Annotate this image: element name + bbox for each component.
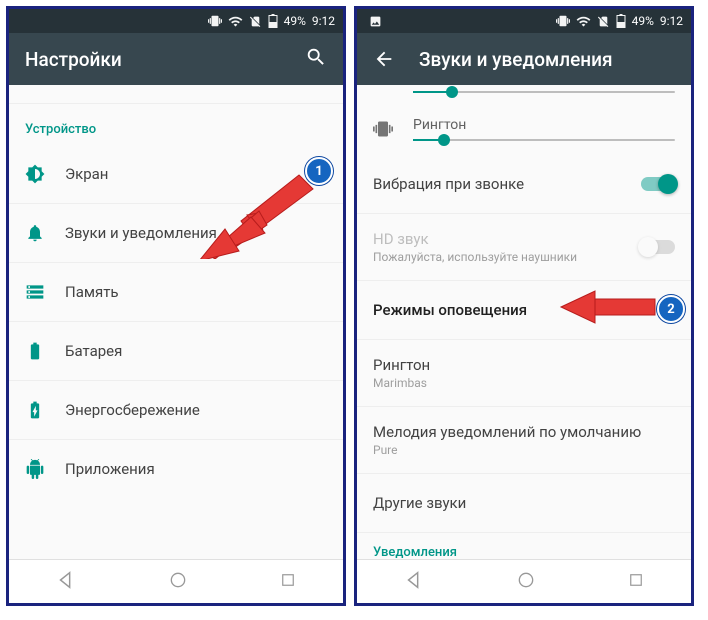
status-bar: 49% 9:12 — [357, 9, 691, 33]
nav-bar — [9, 559, 343, 604]
phone-left: 49% 9:12 Настройки Устройство Экран Звук… — [6, 6, 346, 606]
phone-right: 49% 9:12 Звуки и уведомления Ринг — [354, 6, 694, 606]
nav-back[interactable] — [403, 569, 425, 595]
row-label: Память — [65, 283, 119, 301]
no-sim-icon — [249, 15, 262, 28]
nav-home[interactable] — [516, 570, 536, 594]
row-sublabel: Пожалуйста, используйте наушники — [373, 250, 641, 264]
nav-home[interactable] — [168, 570, 188, 594]
clock-text: 9:12 — [312, 14, 335, 28]
ringtone-slider-label: Рингтон — [413, 117, 675, 133]
annotation-badge-2: 2 — [657, 295, 685, 323]
row-label: Энергосбережение — [65, 401, 200, 419]
row-display[interactable]: Экран — [9, 145, 343, 204]
nav-back[interactable] — [55, 569, 77, 595]
battery-text: 49% — [284, 14, 306, 28]
battery-text: 49% — [632, 14, 654, 28]
row-hd-sound: HD звук Пожалуйста, используйте наушники — [357, 214, 691, 281]
row-label: Звуки и уведомления — [65, 224, 217, 242]
image-icon — [369, 15, 382, 28]
nav-bar — [357, 559, 691, 604]
row-label: Другие звуки — [373, 494, 675, 512]
settings-list: Устройство Экран Звуки и уведомления Пам… — [9, 85, 343, 559]
vibrate-toggle[interactable] — [641, 177, 675, 191]
nav-recent[interactable] — [279, 571, 297, 593]
row-label: Вибрация при звонке — [373, 175, 641, 193]
battery-icon — [25, 341, 65, 361]
row-default-notification[interactable]: Мелодия уведомлений по умолчанию Pure — [357, 407, 691, 474]
row-label: Рингтон — [373, 356, 675, 374]
page-title: Настройки — [25, 48, 305, 71]
section-header-device: Устройство — [9, 104, 343, 145]
row-sublabel: Marimbas — [373, 376, 675, 390]
vibrate-icon — [373, 119, 413, 139]
search-button[interactable] — [305, 46, 327, 72]
sound-settings-list: Рингтон Вибрация при звонке HD звук Пожа… — [357, 85, 691, 559]
row-label: Экран — [65, 165, 108, 183]
row-label: Приложения — [65, 460, 155, 478]
volume-slider-partial[interactable] — [413, 91, 675, 93]
battery-saver-icon — [25, 400, 65, 420]
app-bar: Настройки — [9, 33, 343, 85]
android-icon — [25, 459, 65, 479]
row-battery[interactable]: Батарея — [9, 322, 343, 381]
vibrate-icon — [208, 14, 222, 28]
page-title: Звуки и уведомления — [419, 48, 675, 71]
storage-icon — [25, 282, 65, 302]
row-other-sounds[interactable]: Другие звуки — [357, 474, 691, 533]
no-sim-icon — [597, 15, 610, 28]
battery-icon — [616, 14, 626, 28]
row-alert-modes[interactable]: Режимы оповещения — [357, 281, 691, 340]
row-label: HD звук — [373, 230, 641, 248]
hd-sound-toggle — [641, 240, 675, 254]
row-label: Режимы оповещения — [373, 301, 675, 319]
annotation-badge-1: 1 — [305, 157, 333, 185]
section-header-notifications: Уведомления — [357, 533, 691, 559]
vibrate-icon — [556, 14, 570, 28]
row-storage[interactable]: Память — [9, 263, 343, 322]
row-sounds[interactable]: Звуки и уведомления — [9, 204, 343, 263]
status-bar: 49% 9:12 — [9, 9, 343, 33]
row-vibrate-on-call[interactable]: Вибрация при звонке — [357, 155, 691, 214]
row-ringtone[interactable]: Рингтон Marimbas — [357, 340, 691, 407]
battery-icon — [268, 14, 278, 28]
row-apps[interactable]: Приложения — [9, 440, 343, 498]
row-sublabel: Pure — [373, 443, 675, 457]
row-label: Батарея — [65, 342, 122, 360]
row-label: Мелодия уведомлений по умолчанию — [373, 423, 675, 441]
row-battery-saver[interactable]: Энергосбережение — [9, 381, 343, 440]
bell-icon — [25, 223, 65, 243]
nav-recent[interactable] — [627, 571, 645, 593]
wifi-icon — [576, 14, 591, 29]
ringtone-volume-slider[interactable] — [413, 139, 675, 141]
wifi-icon — [228, 14, 243, 29]
clock-text: 9:12 — [660, 14, 683, 28]
app-bar: Звуки и уведомления — [357, 33, 691, 85]
display-icon — [25, 164, 65, 184]
back-button[interactable] — [373, 48, 395, 70]
